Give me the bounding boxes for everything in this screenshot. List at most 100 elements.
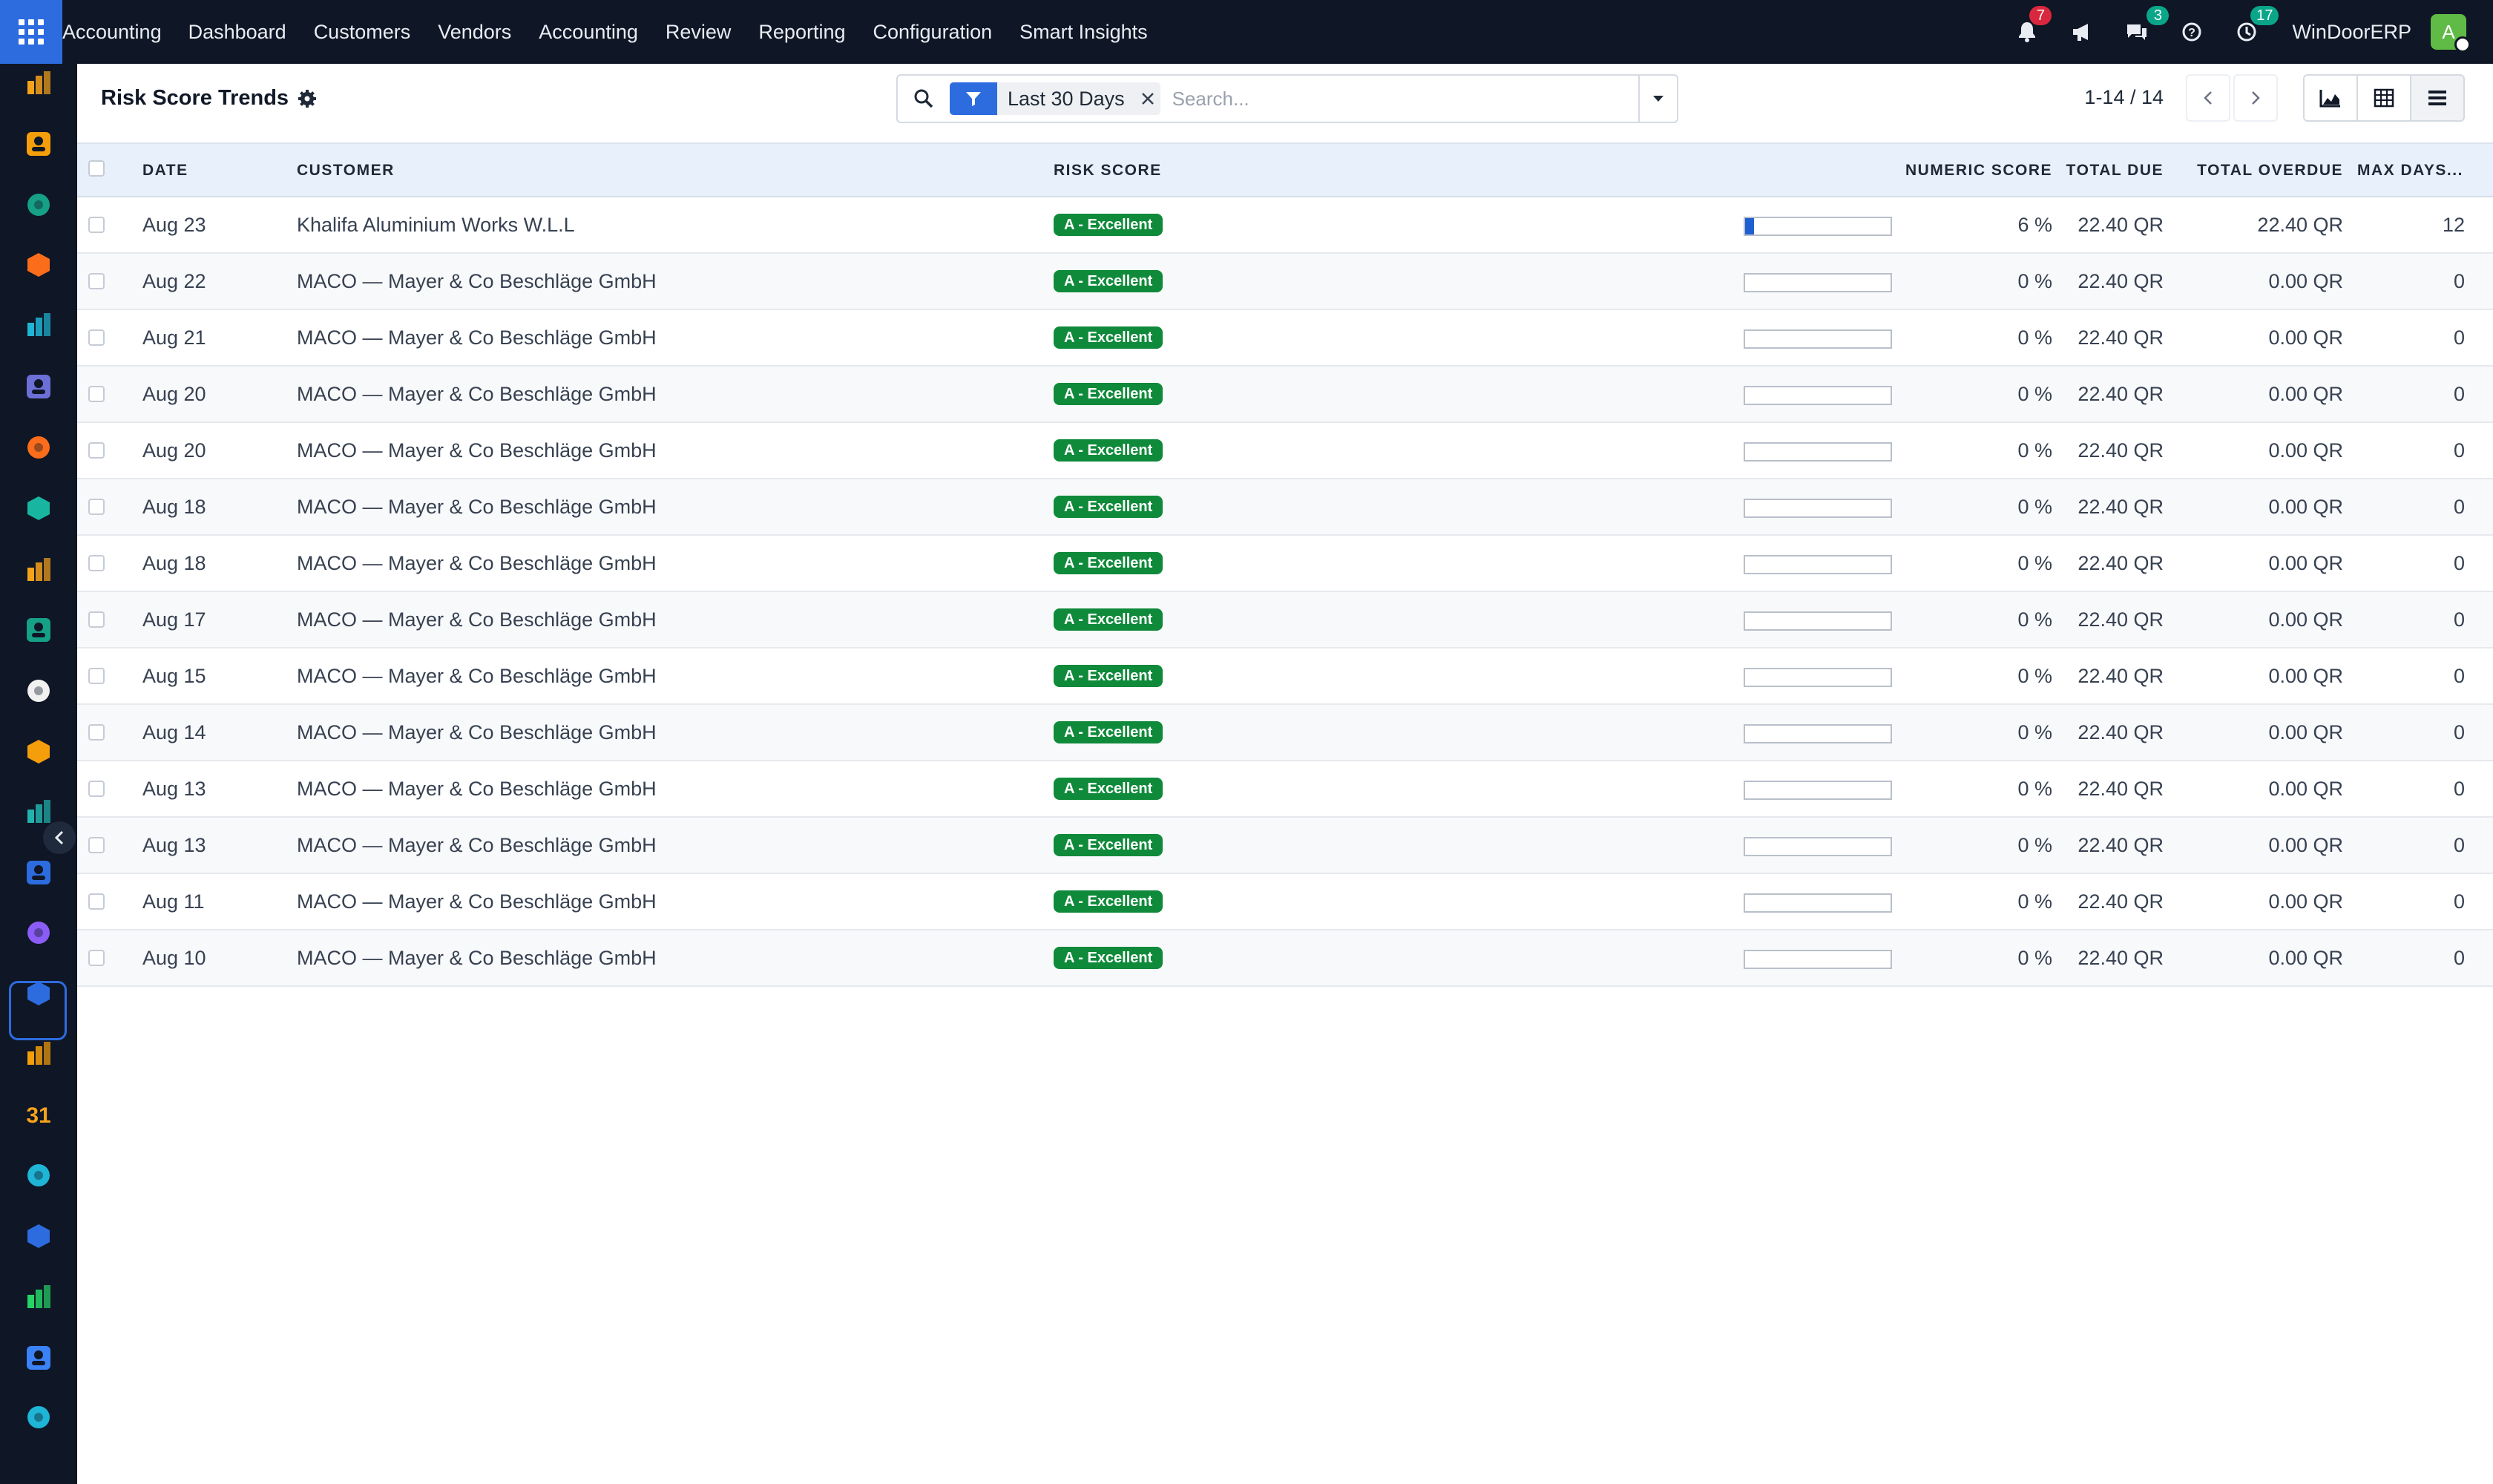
table-row[interactable]: Aug 10 MACO — Mayer & Co Beschläge GmbH A …	[77, 930, 2493, 987]
cell-customer[interactable]: MACO — Mayer & Co Beschläge GmbH	[297, 592, 657, 647]
people-app-icon[interactable]	[24, 1040, 53, 1068]
search-input[interactable]	[1160, 76, 1638, 121]
search-options-toggle[interactable]	[1638, 76, 1677, 122]
sign-app-icon[interactable]	[24, 1161, 53, 1189]
table-row[interactable]: Aug 22 MACO — Mayer & Co Beschläge GmbH A …	[77, 254, 2493, 310]
pivot-view-button[interactable]	[2356, 74, 2411, 122]
cell-customer[interactable]: MACO — Mayer & Co Beschläge GmbH	[297, 310, 657, 365]
table-row[interactable]: Aug 18 MACO — Mayer & Co Beschläge GmbH A …	[77, 536, 2493, 592]
chat-app-icon[interactable]	[24, 251, 53, 279]
cube-app-icon[interactable]	[24, 677, 53, 705]
bar-chart-app-icon[interactable]	[24, 69, 53, 97]
sidebar-collapse-button[interactable]	[43, 821, 76, 854]
row-checkbox[interactable]	[88, 724, 105, 741]
column-header-max-days[interactable]: MAX DAYS...	[2357, 144, 2463, 197]
table-row[interactable]: Aug 20 MACO — Mayer & Co Beschläge GmbH A …	[77, 367, 2493, 423]
graph-view-button[interactable]	[2303, 74, 2358, 122]
cell-customer[interactable]: MACO — Mayer & Co Beschläge GmbH	[297, 367, 657, 421]
app-brand[interactable]: Accounting	[62, 21, 162, 44]
column-header-customer[interactable]: CUSTOMER	[297, 144, 395, 197]
row-checkbox[interactable]	[88, 555, 105, 571]
row-checkbox[interactable]	[88, 386, 105, 402]
contacts-app-icon[interactable]	[24, 191, 53, 219]
column-header-numeric-score[interactable]: NUMERIC SCORE	[1905, 144, 2052, 197]
column-header-date[interactable]: DATE	[142, 144, 188, 197]
select-all-checkbox[interactable]	[88, 160, 105, 177]
help-button[interactable]: ?	[2176, 16, 2207, 47]
column-header-total-overdue[interactable]: TOTAL OVERDUE	[2197, 144, 2343, 197]
column-header-risk-score[interactable]: RISK SCORE	[1054, 144, 1162, 197]
row-checkbox[interactable]	[88, 893, 105, 910]
invoice-app-icon[interactable]	[24, 979, 53, 1008]
menu-dashboard[interactable]: Dashboard	[188, 21, 286, 44]
cell-customer[interactable]: MACO — Mayer & Co Beschläge GmbH	[297, 423, 657, 478]
gear-icon[interactable]	[298, 89, 317, 108]
row-checkbox[interactable]	[88, 329, 105, 346]
cell-customer[interactable]: MACO — Mayer & Co Beschläge GmbH	[297, 649, 657, 703]
cell-customer[interactable]: MACO — Mayer & Co Beschläge GmbH	[297, 479, 657, 534]
row-checkbox[interactable]	[88, 499, 105, 515]
cell-customer[interactable]: MACO — Mayer & Co Beschläge GmbH	[297, 705, 657, 760]
cell-customer[interactable]: MACO — Mayer & Co Beschläge GmbH	[297, 930, 657, 985]
dashboard-app-icon[interactable]	[24, 1222, 53, 1250]
cell-customer[interactable]: Khalifa Aluminium Works W.L.L	[297, 197, 575, 252]
row-checkbox[interactable]	[88, 273, 105, 289]
announcements-button[interactable]	[2066, 16, 2098, 47]
row-checkbox[interactable]	[88, 781, 105, 797]
table-row[interactable]: Aug 13 MACO — Mayer & Co Beschläge GmbH A …	[77, 818, 2493, 874]
activities-button[interactable]: 17	[2231, 6, 2279, 47]
cell-customer[interactable]: MACO — Mayer & Co Beschläge GmbH	[297, 536, 657, 591]
row-checkbox[interactable]	[88, 442, 105, 459]
menu-review[interactable]: Review	[666, 21, 732, 44]
table-row[interactable]: Aug 15 MACO — Mayer & Co Beschläge GmbH A …	[77, 649, 2493, 705]
column-header-total-due[interactable]: TOTAL DUE	[2066, 144, 2164, 197]
row-checkbox[interactable]	[88, 217, 105, 233]
package-app-icon[interactable]	[24, 919, 53, 947]
timer-app-icon[interactable]	[24, 1344, 53, 1372]
pager-next-button[interactable]	[2233, 74, 2278, 122]
menu-reporting[interactable]: Reporting	[758, 21, 845, 44]
table-row[interactable]: Aug 13 MACO — Mayer & Co Beschläge GmbH A …	[77, 761, 2493, 818]
table-row[interactable]: Aug 18 MACO — Mayer & Co Beschläge GmbH A …	[77, 479, 2493, 536]
row-checkbox[interactable]	[88, 611, 105, 628]
menu-vendors[interactable]: Vendors	[438, 21, 511, 44]
cell-customer[interactable]: MACO — Mayer & Co Beschläge GmbH	[297, 254, 657, 309]
app-menu-button[interactable]	[0, 0, 62, 64]
knowledge-app-icon[interactable]	[24, 858, 53, 887]
search-button[interactable]	[898, 76, 950, 122]
paint-app-icon[interactable]	[24, 738, 53, 766]
table-row[interactable]: Aug 11 MACO — Mayer & Co Beschläge GmbH A …	[77, 874, 2493, 930]
waves2-app-icon[interactable]	[24, 1403, 53, 1431]
whatsapp-app-icon[interactable]	[24, 1283, 53, 1311]
calendar-app-icon[interactable]: 31	[24, 1100, 53, 1129]
row-checkbox[interactable]	[88, 668, 105, 684]
check-app-icon[interactable]	[24, 798, 53, 826]
table-row[interactable]: Aug 23 Khalifa Aluminium Works W.L.L A - E…	[77, 197, 2493, 254]
employees-app-icon[interactable]	[24, 616, 53, 644]
pager-value[interactable]: 1-14 / 14	[2084, 86, 2164, 109]
table-row[interactable]: Aug 14 MACO — Mayer & Co Beschläge GmbH A …	[77, 705, 2493, 761]
row-checkbox[interactable]	[88, 950, 105, 966]
notifications-button[interactable]: 7	[2011, 6, 2052, 47]
messages-button[interactable]: 3	[2121, 6, 2170, 47]
menu-accounting[interactable]: Accounting	[539, 21, 638, 44]
company-switcher[interactable]: WinDoorERP	[2292, 21, 2411, 44]
waves-app-icon[interactable]	[24, 311, 53, 339]
row-checkbox[interactable]	[88, 837, 105, 853]
menu-customers[interactable]: Customers	[314, 21, 411, 44]
photo-app-icon[interactable]	[24, 130, 53, 158]
cell-customer[interactable]: MACO — Mayer & Co Beschläge GmbH	[297, 874, 657, 929]
table-row[interactable]: Aug 21 MACO — Mayer & Co Beschläge GmbH A …	[77, 310, 2493, 367]
mail-app-icon[interactable]	[24, 372, 53, 401]
cell-customer[interactable]: MACO — Mayer & Co Beschläge GmbH	[297, 818, 657, 873]
inventory-app-icon[interactable]	[24, 556, 53, 584]
vee-app-icon[interactable]	[24, 494, 53, 522]
user-avatar[interactable]: A	[2431, 14, 2471, 53]
list-view-button[interactable]	[2410, 74, 2465, 122]
cell-customer[interactable]: MACO — Mayer & Co Beschläge GmbH	[297, 761, 657, 816]
table-row[interactable]: Aug 20 MACO — Mayer & Co Beschläge GmbH A …	[77, 423, 2493, 479]
discuss-app-icon[interactable]	[24, 433, 53, 462]
pager-previous-button[interactable]	[2186, 74, 2230, 122]
menu-configuration[interactable]: Configuration	[873, 21, 993, 44]
table-row[interactable]: Aug 17 MACO — Mayer & Co Beschläge GmbH A …	[77, 592, 2493, 649]
